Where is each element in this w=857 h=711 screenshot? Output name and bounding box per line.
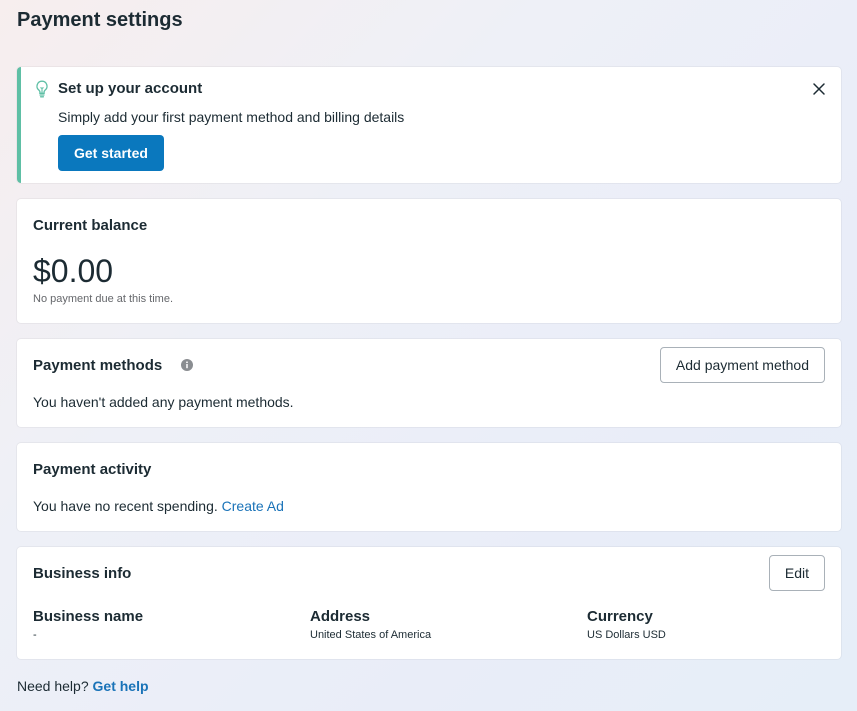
payment-methods-title: Payment methods: [33, 357, 163, 374]
business-name-field: Business name -: [33, 608, 143, 641]
info-icon[interactable]: [181, 359, 193, 371]
address-label: Address: [310, 608, 371, 625]
business-name-label: Business name: [33, 608, 144, 625]
create-ad-link[interactable]: Create Ad: [222, 498, 284, 514]
lightbulb-icon: [36, 80, 48, 98]
add-payment-method-button[interactable]: Add payment method: [659, 347, 825, 383]
currency-label: Currency: [587, 608, 653, 625]
payment-activity-text: You have no recent spending.: [33, 498, 218, 514]
page-title: Payment settings: [17, 9, 183, 31]
address-value: United States of America: [310, 629, 432, 641]
business-info-title: Business info: [33, 565, 132, 582]
current-balance-title: Current balance: [33, 217, 148, 234]
business-info-card: Business info Edit Business name - Addre…: [17, 547, 841, 659]
setup-description: Simply add your first payment method and…: [58, 109, 405, 125]
current-balance-card: Current balance $0.00 No payment due at …: [17, 199, 841, 323]
edit-business-info-button[interactable]: Edit: [768, 555, 825, 591]
close-icon[interactable]: [811, 81, 827, 97]
payment-activity-card: Payment activity You have no recent spen…: [17, 443, 841, 531]
setup-account-banner: Set up your account Simply add your firs…: [17, 67, 841, 183]
help-row: Need help? Get help: [17, 678, 149, 694]
balance-note: No payment due at this time.: [33, 293, 174, 305]
balance-amount: $0.00: [33, 253, 114, 289]
get-help-link[interactable]: Get help: [93, 678, 149, 694]
business-name-value: -: [33, 629, 37, 641]
payment-activity-text-row: You have no recent spending. Create Ad: [33, 498, 284, 514]
address-field: Address United States of America: [310, 608, 431, 641]
currency-value: US Dollars USD: [587, 629, 666, 641]
help-text: Need help?: [17, 678, 89, 694]
get-started-button[interactable]: Get started: [58, 135, 164, 171]
setup-title: Set up your account: [58, 80, 203, 97]
payment-methods-empty-text: You haven't added any payment methods.: [33, 394, 294, 410]
payment-activity-title: Payment activity: [33, 461, 152, 478]
payment-methods-card: Payment methods Add payment method You h…: [17, 339, 841, 427]
currency-field: Currency US Dollars USD: [587, 608, 666, 641]
